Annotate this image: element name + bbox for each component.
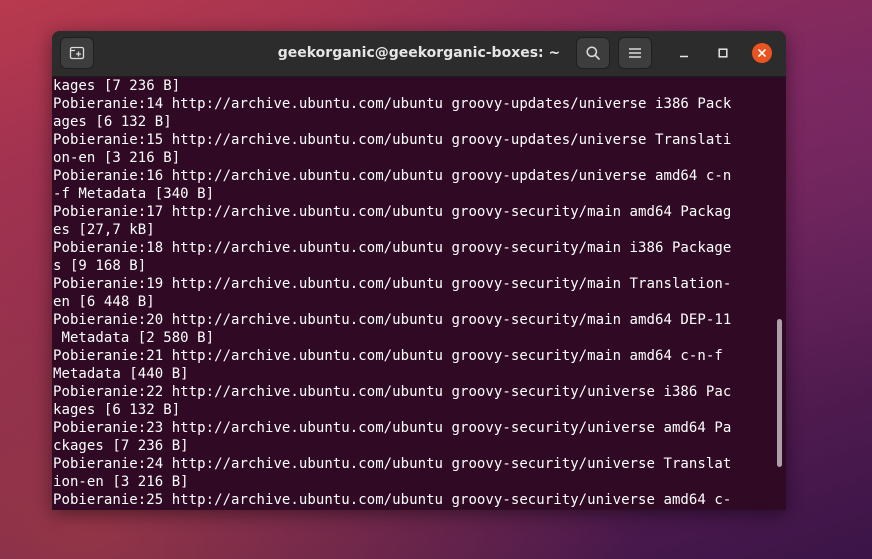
menu-button[interactable] [618, 37, 652, 69]
scrollbar[interactable] [774, 77, 786, 510]
minimize-button[interactable] [673, 42, 695, 64]
maximize-icon [718, 48, 728, 58]
terminal-line: Pobieranie:17 http://archive.ubuntu.com/… [53, 204, 732, 220]
terminal-line: Pobieranie:23 http://archive.ubuntu.com/… [53, 420, 732, 436]
terminal-line: Metadata [440 B] [53, 366, 189, 382]
maximize-button[interactable] [712, 42, 734, 64]
terminal-line: ion-en [3 216 B] [53, 474, 189, 490]
new-tab-icon [69, 45, 85, 61]
terminal-line: Pobieranie:25 http://archive.ubuntu.com/… [53, 492, 732, 508]
close-button[interactable] [751, 42, 773, 64]
terminal-line: kages [7 236 B] [53, 78, 181, 94]
terminal-line: -f Metadata [340 B] [53, 186, 215, 202]
close-icon [752, 43, 772, 63]
terminal-line: Pobieranie:24 http://archive.ubuntu.com/… [53, 456, 732, 472]
scrollbar-thumb[interactable] [777, 319, 782, 467]
terminal-line: ckages [7 236 B] [53, 438, 189, 454]
terminal-line: Pobieranie:19 http://archive.ubuntu.com/… [53, 276, 732, 292]
terminal-line: Pobieranie:22 http://archive.ubuntu.com/… [53, 384, 732, 400]
terminal-line: ages [6 132 B] [53, 114, 172, 130]
terminal-line: kages [6 132 B] [53, 402, 181, 418]
minimize-icon [679, 48, 689, 58]
terminal-line: Pobieranie:15 http://archive.ubuntu.com/… [53, 132, 732, 148]
search-button[interactable] [576, 37, 610, 69]
terminal-line: Pobieranie:16 http://archive.ubuntu.com/… [53, 168, 732, 184]
hamburger-menu-icon [628, 47, 642, 59]
search-icon [585, 45, 601, 61]
terminal-line: s [9 168 B] [53, 258, 147, 274]
terminal-line: Pobieranie:18 http://archive.ubuntu.com/… [53, 240, 732, 256]
terminal-window: geekorganic@geekorganic-boxes: ~ kages [… [52, 31, 786, 510]
terminal-line: Metadata [2 580 B] [53, 330, 215, 346]
terminal-line: Pobieranie:20 http://archive.ubuntu.com/… [53, 312, 732, 328]
terminal-line: on-en [3 216 B] [53, 150, 181, 166]
terminal-output[interactable]: kages [7 236 B] Pobieranie:14 http://arch… [52, 77, 774, 510]
terminal-line: en [6 448 B] [53, 294, 155, 310]
title-bar[interactable]: geekorganic@geekorganic-boxes: ~ [52, 31, 786, 77]
new-tab-button[interactable] [60, 37, 94, 69]
terminal-line: es [27,7 kB] [53, 222, 155, 238]
terminal-line: Pobieranie:21 http://archive.ubuntu.com/… [53, 348, 723, 364]
terminal-line: Pobieranie:14 http://archive.ubuntu.com/… [53, 96, 732, 112]
